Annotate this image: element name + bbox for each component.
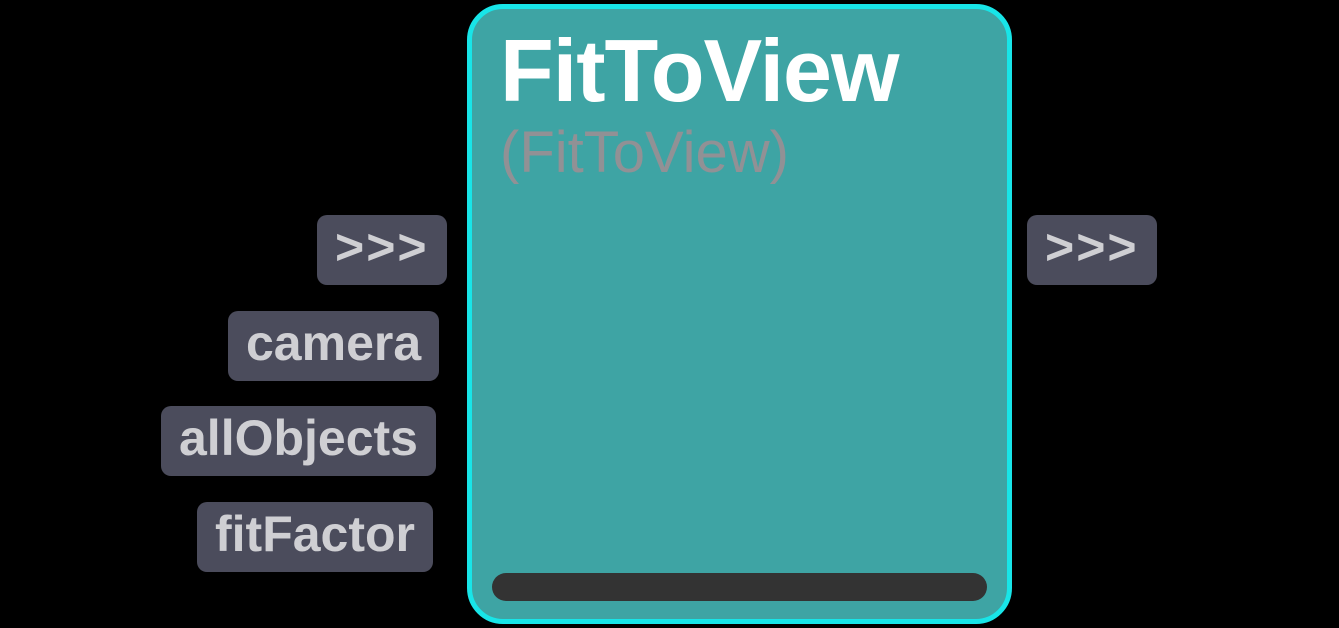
node-title: FitToView — [500, 27, 979, 115]
node-fit-to-view[interactable]: FitToView (FitToView) — [467, 4, 1012, 624]
input-port-fitfactor[interactable]: fitFactor — [197, 502, 433, 572]
input-port-exec[interactable]: >>> — [317, 215, 447, 285]
node-subtitle: (FitToView) — [500, 119, 979, 186]
input-port-camera[interactable]: camera — [228, 311, 439, 381]
input-port-allobjects[interactable]: allObjects — [161, 406, 436, 476]
output-port-exec[interactable]: >>> — [1027, 215, 1157, 285]
graph-canvas[interactable]: FitToView (FitToView) >>> camera allObje… — [0, 0, 1339, 628]
node-footer-bar — [492, 573, 987, 601]
